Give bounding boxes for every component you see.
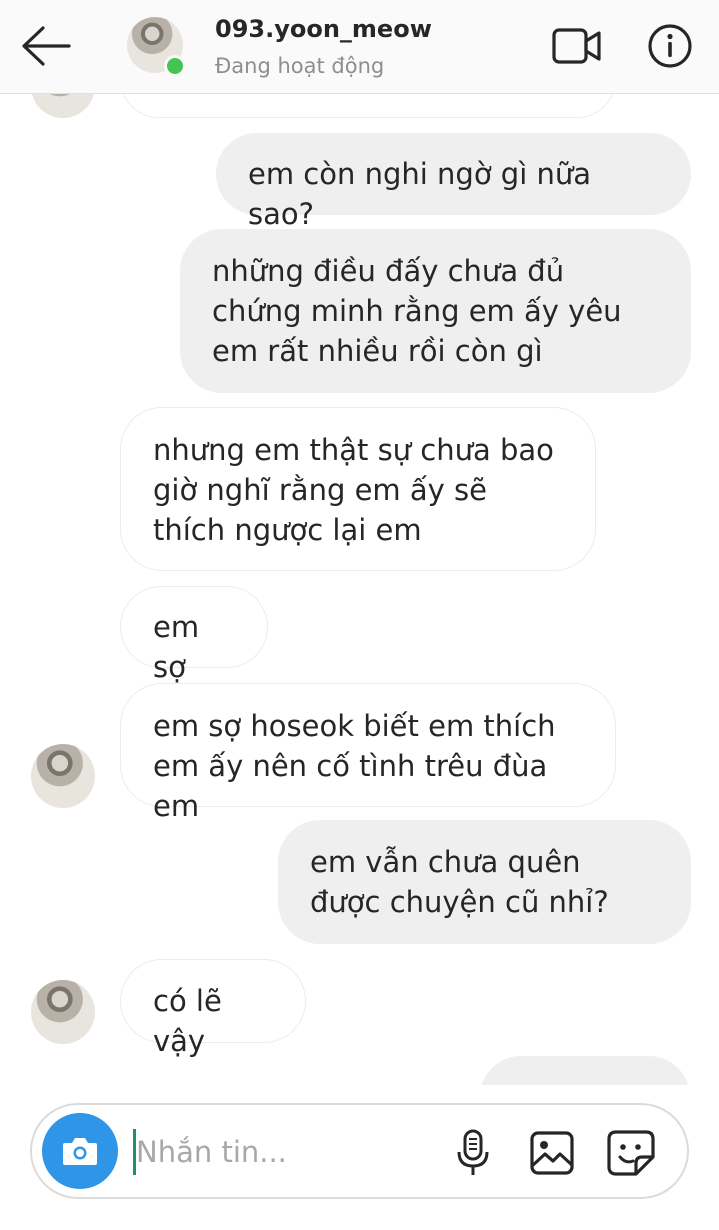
profile-avatar[interactable]: [127, 17, 186, 77]
message-bubble-incoming[interactable]: em sợ hoseok biết em thích em ấy nên cố …: [120, 683, 616, 823]
online-status-dot: [164, 55, 186, 77]
message-bubble-incoming[interactable]: có lẽ vậy: [120, 959, 306, 1058]
voice-message-button[interactable]: [450, 1127, 496, 1179]
sender-avatar[interactable]: [31, 744, 95, 808]
message-bubble-outgoing[interactable]: em vẫn chưa quên được chuyện cũ nhỉ?: [278, 820, 691, 944]
info-button[interactable]: [646, 22, 694, 70]
message-composer: [30, 1103, 689, 1199]
message-bubble-outgoing[interactable]: những điều đấy chưa đủ chứng minh rằng e…: [180, 229, 691, 393]
active-status-text: Đang hoạt động: [215, 54, 385, 78]
message-thread[interactable]: em còn nghi ngờ gì nữa sao? những điều đ…: [0, 0, 719, 1085]
gallery-button[interactable]: [526, 1127, 578, 1179]
camera-button[interactable]: [42, 1113, 118, 1189]
sender-avatar[interactable]: [31, 980, 95, 1044]
chat-header: 093.yoon_meow Đang hoạt động: [0, 0, 719, 94]
chat-username[interactable]: 093.yoon_meow: [215, 15, 432, 43]
back-button[interactable]: [18, 20, 74, 72]
sticker-button[interactable]: [604, 1127, 658, 1179]
camera-icon: [63, 1138, 97, 1165]
image-icon: [530, 1131, 574, 1175]
video-camera-icon: [552, 28, 601, 64]
microphone-icon: [457, 1129, 489, 1175]
message-input[interactable]: [136, 1123, 436, 1181]
dm-screen: em còn nghi ngờ gì nữa sao? những điều đ…: [0, 0, 719, 1230]
sticker-icon: [607, 1130, 655, 1176]
video-call-button[interactable]: [550, 22, 604, 70]
message-bubble-incoming[interactable]: em sợ: [120, 586, 268, 684]
arrow-left-icon: [22, 26, 71, 66]
message-bubble-incoming[interactable]: nhưng em thật sự chưa bao giờ nghĩ rằng …: [120, 407, 596, 571]
message-bubble-outgoing[interactable]: em còn nghi ngờ gì nữa sao?: [216, 133, 691, 231]
message-bubble-outgoing[interactable]: [480, 1056, 690, 1085]
info-icon: [648, 24, 692, 68]
